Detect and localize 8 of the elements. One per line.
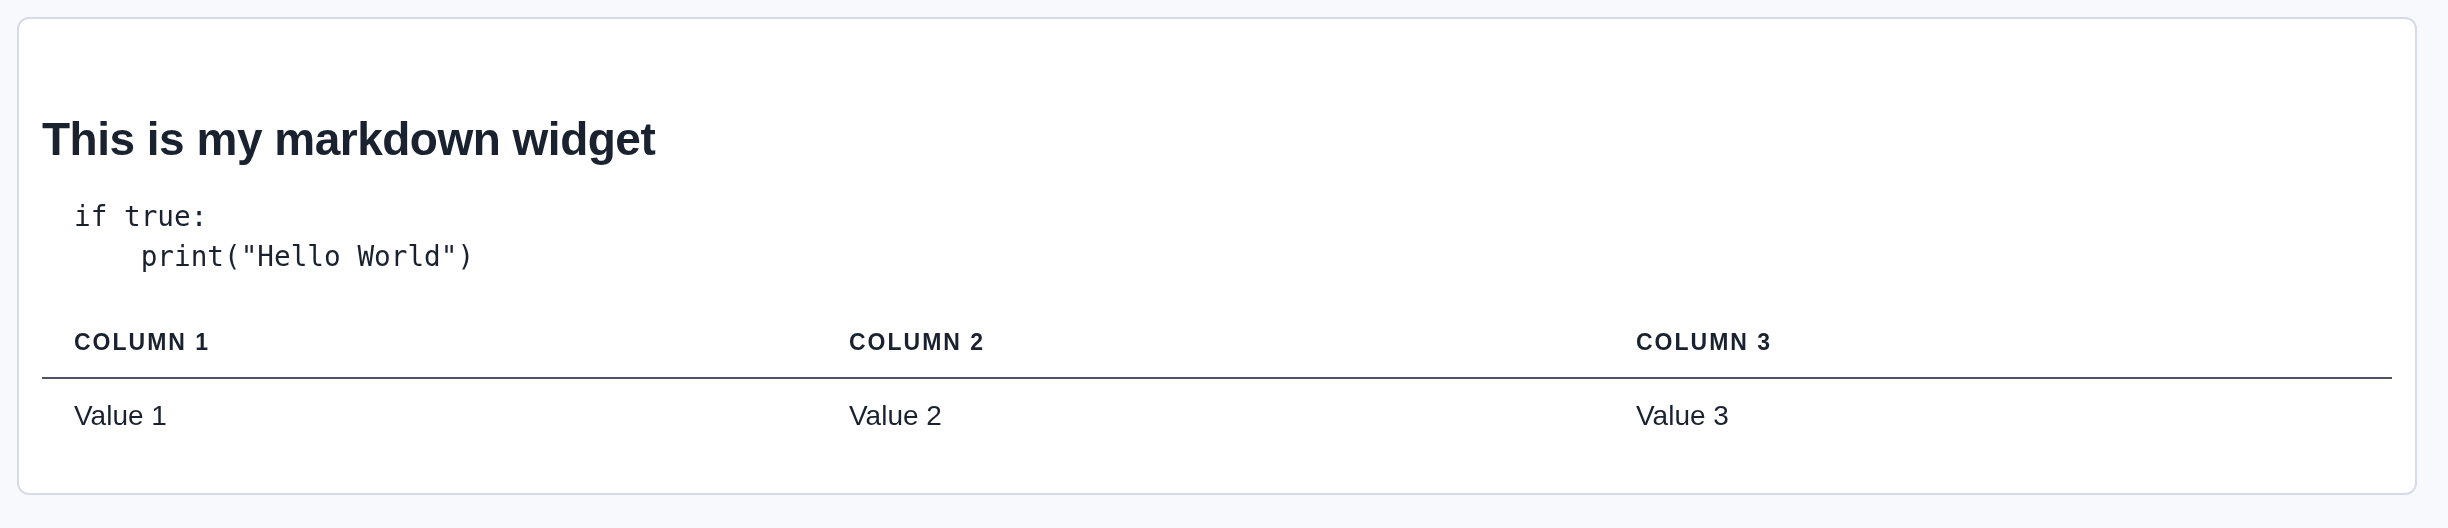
code-text: if true: print("Hello World") xyxy=(74,199,475,275)
column-header: COLUMN 1 xyxy=(42,327,817,379)
widget-heading: This is my markdown widget xyxy=(42,112,657,167)
table-cell-text: Value 3 xyxy=(1635,399,1730,433)
table-cell-text: Value 1 xyxy=(73,399,168,433)
column-header: COLUMN 3 xyxy=(1604,327,2392,379)
table-cell-text: Value 2 xyxy=(848,399,943,433)
column-header: COLUMN 2 xyxy=(817,327,1604,379)
